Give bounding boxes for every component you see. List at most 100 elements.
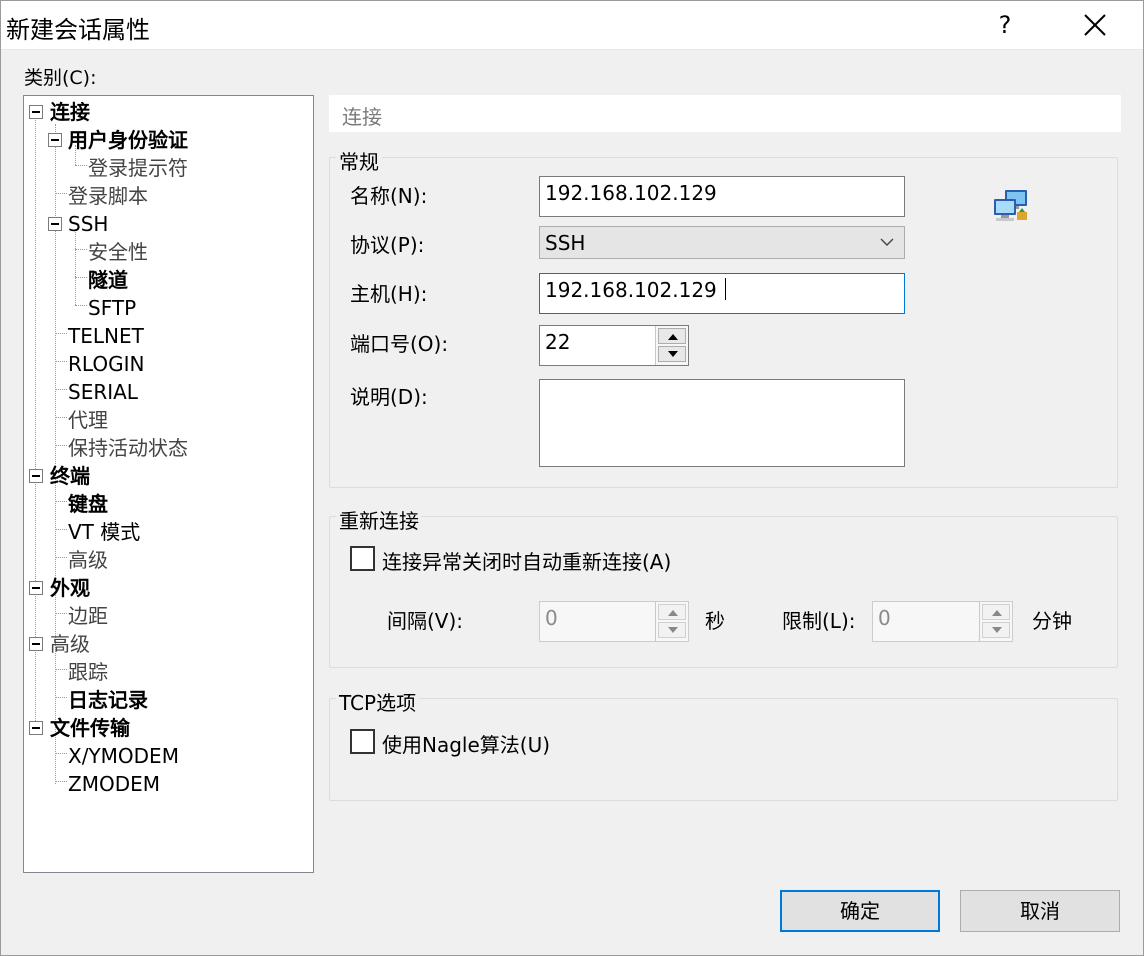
tree-item-zmodem[interactable]: ZMODEM bbox=[68, 770, 160, 798]
description-label: 说明(D): bbox=[350, 385, 428, 409]
tree-item-advanced[interactable]: 高级 bbox=[50, 630, 90, 658]
limit-spinner[interactable] bbox=[979, 602, 1012, 641]
tree-item-margin[interactable]: 边距 bbox=[68, 602, 108, 630]
category-tree[interactable]: 连接 用户身份验证 登录提示符 登录脚本 SSH 安全性 隧道 SFTP TEL… bbox=[23, 95, 314, 873]
arrow-up-icon bbox=[668, 334, 678, 340]
arrow-down-icon bbox=[992, 627, 1002, 633]
tree-item-security[interactable]: 安全性 bbox=[88, 238, 148, 266]
collapse-icon[interactable] bbox=[29, 581, 43, 595]
tree-line bbox=[75, 165, 87, 166]
collapse-icon[interactable] bbox=[48, 133, 62, 147]
reconnect-group bbox=[329, 516, 1118, 668]
tree-item-proxy[interactable]: 代理 bbox=[68, 406, 108, 434]
section-header: 连接 bbox=[329, 95, 1121, 132]
tree-item-appearance[interactable]: 外观 bbox=[50, 574, 90, 602]
tree-line bbox=[75, 305, 87, 306]
host-value: 192.168.102.129 bbox=[545, 278, 717, 302]
host-input[interactable]: 192.168.102.129 bbox=[539, 273, 905, 314]
close-icon bbox=[1084, 14, 1106, 36]
chevron-down-icon bbox=[880, 238, 894, 246]
collapse-icon[interactable] bbox=[48, 217, 62, 231]
tree-line bbox=[55, 501, 67, 502]
tree-item-user-auth[interactable]: 用户身份验证 bbox=[68, 126, 188, 154]
tree-item-telnet[interactable]: TELNET bbox=[68, 322, 144, 350]
tree-line bbox=[55, 781, 67, 782]
tree-item-terminal-advanced[interactable]: 高级 bbox=[68, 546, 108, 574]
tree-line bbox=[75, 229, 76, 305]
collapse-icon[interactable] bbox=[29, 721, 43, 735]
name-input[interactable]: 192.168.102.129 bbox=[539, 176, 905, 217]
tree-item-logging[interactable]: 日志记录 bbox=[68, 686, 148, 714]
tree-item-ssh[interactable]: SSH bbox=[68, 210, 108, 238]
cancel-button[interactable]: 取消 bbox=[960, 890, 1120, 932]
tree-line bbox=[55, 333, 67, 334]
general-group-title: 常规 bbox=[336, 146, 382, 175]
tree-line bbox=[55, 445, 67, 446]
tree-line bbox=[55, 389, 67, 390]
nagle-checkbox[interactable] bbox=[350, 729, 375, 754]
protocol-label: 协议(P): bbox=[350, 233, 425, 257]
interval-spin-up-button[interactable] bbox=[658, 604, 686, 620]
collapse-icon[interactable] bbox=[29, 637, 43, 651]
host-label: 主机(H): bbox=[350, 282, 428, 306]
text-caret bbox=[724, 278, 726, 300]
title-bar: 新建会话属性 ? bbox=[0, 0, 1144, 50]
collapse-icon[interactable] bbox=[29, 469, 43, 483]
limit-spin-up-button[interactable] bbox=[982, 604, 1010, 620]
tree-item-serial[interactable]: SERIAL bbox=[68, 378, 138, 406]
description-textarea[interactable] bbox=[539, 379, 905, 467]
tree-item-sftp[interactable]: SFTP bbox=[88, 294, 136, 322]
tree-line bbox=[55, 417, 67, 418]
arrow-up-icon bbox=[668, 610, 678, 616]
ok-button[interactable]: 确定 bbox=[780, 890, 940, 932]
arrow-up-icon bbox=[992, 610, 1002, 616]
limit-label: 限制(L): bbox=[782, 609, 856, 633]
protocol-select[interactable]: SSH bbox=[539, 226, 905, 259]
interval-label: 间隔(V): bbox=[387, 609, 464, 633]
tree-line bbox=[55, 697, 67, 698]
tree-item-file-transfer[interactable]: 文件传输 bbox=[50, 714, 130, 742]
tcp-group-title: TCP选项 bbox=[336, 687, 420, 716]
tree-line bbox=[75, 249, 87, 250]
tree-line bbox=[55, 753, 67, 754]
tree-line bbox=[55, 613, 67, 614]
tree-line bbox=[55, 193, 67, 194]
auto-reconnect-label[interactable]: 连接异常关闭时自动重新连接(A) bbox=[382, 546, 671, 575]
interval-unit: 秒 bbox=[705, 609, 725, 633]
interval-spin-down-button[interactable] bbox=[658, 622, 686, 638]
tree-item-terminal[interactable]: 终端 bbox=[50, 462, 90, 490]
port-spin-down-button[interactable] bbox=[658, 346, 686, 362]
tree-item-xymodem[interactable]: X/YMODEM bbox=[68, 742, 179, 770]
tree-item-vt-mode[interactable]: VT 模式 bbox=[68, 518, 140, 546]
tree-item-keyboard[interactable]: 键盘 bbox=[68, 490, 108, 518]
tree-line bbox=[75, 277, 87, 278]
tree-item-login-prompt[interactable]: 登录提示符 bbox=[88, 154, 188, 182]
arrow-down-icon bbox=[668, 351, 678, 357]
tree-item-rlogin[interactable]: RLOGIN bbox=[68, 350, 144, 378]
tree-item-connection[interactable]: 连接 bbox=[50, 98, 90, 126]
nagle-label[interactable]: 使用Nagle算法(U) bbox=[382, 729, 550, 758]
help-button[interactable]: ? bbox=[975, 4, 1035, 46]
tree-line bbox=[55, 361, 67, 362]
close-button[interactable] bbox=[1065, 4, 1125, 46]
tree-item-trace[interactable]: 跟踪 bbox=[68, 658, 108, 686]
auto-reconnect-checkbox[interactable] bbox=[350, 546, 375, 571]
port-spinner[interactable] bbox=[655, 326, 688, 365]
tree-item-tunnel[interactable]: 隧道 bbox=[88, 266, 128, 294]
protocol-value: SSH bbox=[545, 231, 586, 255]
network-computers-icon bbox=[994, 190, 1027, 221]
tree-line bbox=[55, 557, 67, 558]
reconnect-group-title: 重新连接 bbox=[336, 505, 422, 534]
tree-item-login-script[interactable]: 登录脚本 bbox=[68, 182, 148, 210]
category-label: 类别(C): bbox=[24, 67, 97, 89]
port-spin-up-button[interactable] bbox=[658, 328, 686, 344]
port-label: 端口号(O): bbox=[350, 332, 449, 356]
name-label: 名称(N): bbox=[350, 184, 428, 208]
limit-spin-down-button[interactable] bbox=[982, 622, 1010, 638]
collapse-icon[interactable] bbox=[29, 105, 43, 119]
tree-item-keepalive[interactable]: 保持活动状态 bbox=[68, 434, 188, 462]
tree-line bbox=[55, 529, 67, 530]
interval-spinner[interactable] bbox=[655, 602, 688, 641]
section-header-title: 连接 bbox=[342, 105, 382, 129]
window-title: 新建会话属性 bbox=[6, 16, 150, 44]
